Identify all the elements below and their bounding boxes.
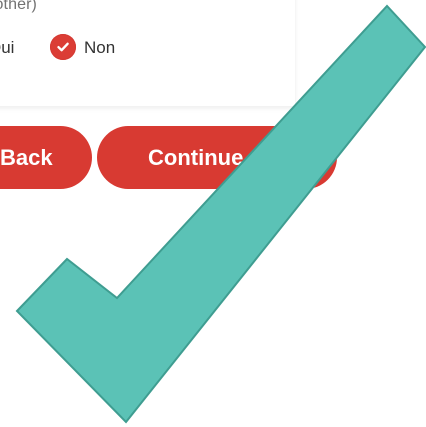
radio-option-oui[interactable]: Oui (0, 38, 14, 58)
back-button-label: Back (0, 144, 53, 170)
continue-button[interactable]: Continue (97, 126, 337, 189)
form-card: /other) Oui Non (0, 0, 295, 106)
radio-option-non-label: Non (84, 38, 116, 57)
screenshot-frame: /other) Oui Non Back Continue (0, 0, 426, 427)
back-button[interactable]: Back (0, 126, 92, 189)
radio-group: Oui Non (0, 34, 170, 64)
radio-option-non-checkmark-icon[interactable] (50, 34, 76, 60)
continue-button-label: Continue (148, 144, 244, 170)
check-icon (57, 42, 69, 52)
question-fragment: /other) (0, 0, 37, 13)
